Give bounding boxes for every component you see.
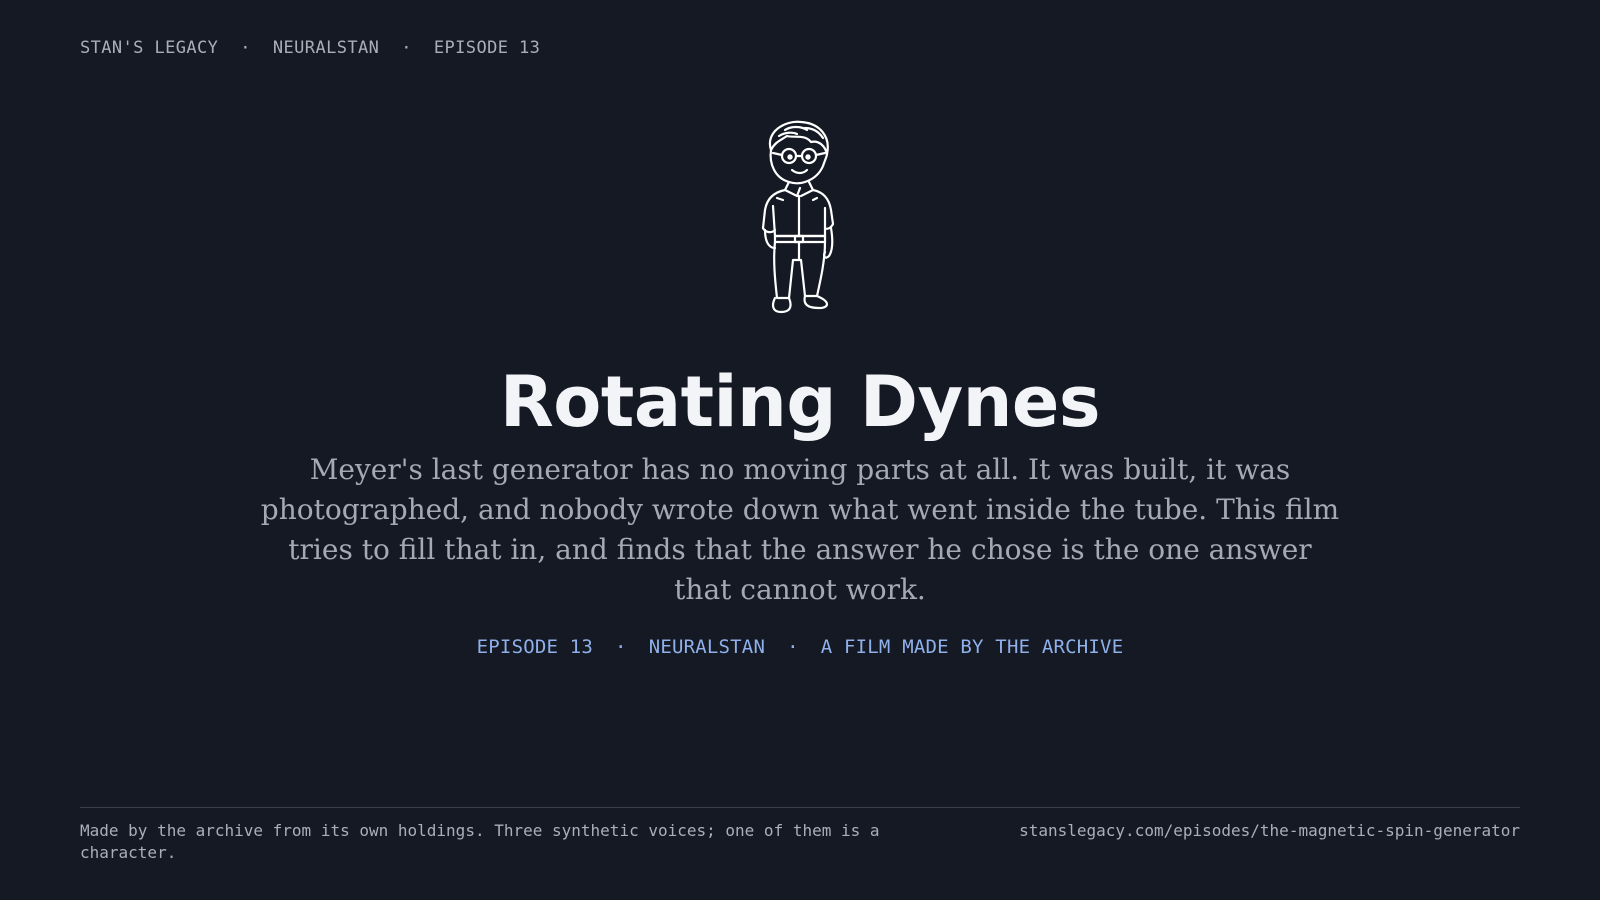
stan-mascot-icon: [761, 120, 835, 314]
meta-series[interactable]: NEURALSTAN: [649, 636, 765, 658]
breadcrumb-series[interactable]: NEURALSTAN: [273, 38, 379, 58]
episode-url-link[interactable]: stanslegacy.com/episodes/the-magnetic-sp…: [974, 820, 1520, 842]
breadcrumb-site[interactable]: STAN'S LEGACY: [80, 38, 218, 58]
meta-separator: ·: [787, 636, 799, 658]
meta-episode: EPISODE 13: [476, 636, 594, 658]
meta-separator: ·: [615, 636, 627, 658]
breadcrumb: STAN'S LEGACY · NEURALSTAN · EPISODE 13: [80, 38, 540, 58]
footer-divider: [80, 807, 1520, 808]
breadcrumb-separator: ·: [240, 38, 251, 58]
episode-meta: EPISODE 13 · NEURALSTAN · A FILM MADE BY THE…: [0, 636, 1600, 658]
page-title: Rotating Dynes: [499, 361, 1101, 443]
breadcrumb-episode: EPISODE 13: [433, 38, 541, 58]
episode-description: Meyer's last generator has no moving par…: [260, 453, 1340, 606]
breadcrumb-separator: ·: [401, 38, 412, 58]
footer-note: Made by the archive from its own holding…: [80, 821, 880, 862]
meta-credit: A FILM MADE BY THE ARCHIVE: [820, 636, 1124, 658]
